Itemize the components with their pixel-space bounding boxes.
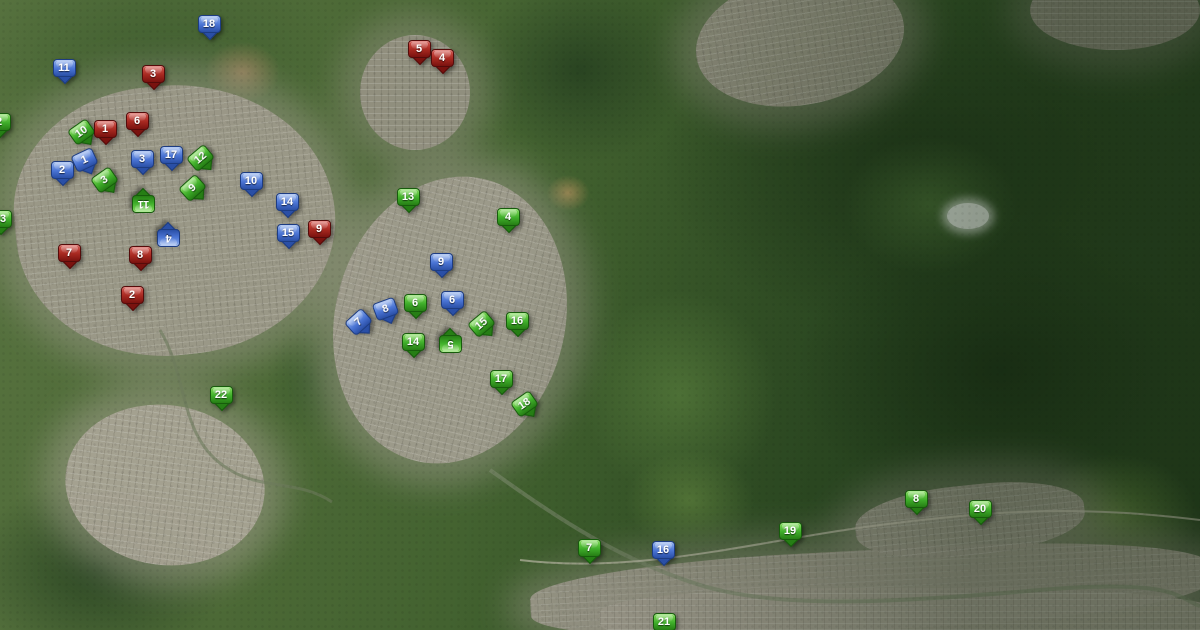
map-marker-blue-4[interactable]: 4 xyxy=(157,229,180,247)
satellite-map[interactable]: 2111835410162133121791142310141597821349… xyxy=(0,0,1200,630)
map-marker-green-18[interactable]: 18 xyxy=(509,390,538,418)
marker-label: 22 xyxy=(210,386,233,404)
map-marker-green-19[interactable]: 19 xyxy=(779,522,802,540)
marker-label: 18 xyxy=(198,15,221,33)
map-marker-blue-11[interactable]: 11 xyxy=(53,59,76,77)
marker-label: 16 xyxy=(506,312,529,330)
map-marker-red-6[interactable]: 6 xyxy=(126,112,149,130)
marker-label: 14 xyxy=(402,333,425,351)
marker-label: 3 xyxy=(131,150,154,168)
map-marker-green-9[interactable]: 9 xyxy=(177,174,206,203)
map-marker-green-4[interactable]: 4 xyxy=(497,208,520,226)
marker-label: 6 xyxy=(126,112,149,130)
map-marker-green-12[interactable]: 12 xyxy=(185,144,214,173)
map-marker-green-7[interactable]: 7 xyxy=(578,539,601,557)
map-marker-blue-14[interactable]: 14 xyxy=(276,193,299,211)
marker-label: 10 xyxy=(240,172,263,190)
marker-label: 4 xyxy=(157,229,180,247)
map-marker-green-16[interactable]: 16 xyxy=(506,312,529,330)
map-marker-blue-8[interactable]: 8 xyxy=(371,297,399,322)
marker-label: 6 xyxy=(441,291,464,309)
marker-label: 9 xyxy=(308,220,331,238)
map-marker-red-1[interactable]: 1 xyxy=(94,120,117,138)
map-marker-green-11[interactable]: 11 xyxy=(132,195,155,213)
map-marker-blue-17[interactable]: 17 xyxy=(160,146,183,164)
map-marker-blue-10[interactable]: 10 xyxy=(240,172,263,190)
map-marker-green-3[interactable]: 3 xyxy=(89,166,118,194)
map-marker-red-2[interactable]: 2 xyxy=(121,286,144,304)
marker-label: 7 xyxy=(58,244,81,262)
marker-label: 8 xyxy=(371,297,399,322)
marker-label: 2 xyxy=(121,286,144,304)
marker-label: 19 xyxy=(779,522,802,540)
map-marker-red-5[interactable]: 5 xyxy=(408,40,431,58)
marker-label: 5 xyxy=(408,40,431,58)
marker-label: 7 xyxy=(578,539,601,557)
map-marker-green-17[interactable]: 17 xyxy=(490,370,513,388)
map-marker-red-7[interactable]: 7 xyxy=(58,244,81,262)
map-marker-green-8[interactable]: 8 xyxy=(905,490,928,508)
map-marker-green-2[interactable]: 2 xyxy=(0,113,11,131)
map-marker-green-21[interactable]: 21 xyxy=(653,613,676,630)
marker-label: 21 xyxy=(653,613,676,630)
marker-label: 2 xyxy=(0,113,11,131)
marker-layer: 2111835410162133121791142310141597821349… xyxy=(0,0,1200,630)
marker-label: 4 xyxy=(497,208,520,226)
marker-label: 14 xyxy=(276,193,299,211)
map-marker-blue-2[interactable]: 2 xyxy=(51,161,74,179)
map-marker-green-23[interactable]: 23 xyxy=(0,210,12,228)
marker-label: 4 xyxy=(431,49,454,67)
map-marker-green-10[interactable]: 10 xyxy=(66,118,95,146)
map-marker-blue-3[interactable]: 3 xyxy=(131,150,154,168)
marker-label: 1 xyxy=(94,120,117,138)
map-marker-green-14[interactable]: 14 xyxy=(402,333,425,351)
marker-label: 1 xyxy=(70,147,98,173)
map-marker-blue-7[interactable]: 7 xyxy=(343,308,372,337)
map-marker-blue-9[interactable]: 9 xyxy=(430,253,453,271)
map-marker-blue-16[interactable]: 16 xyxy=(652,541,675,559)
map-marker-green-20[interactable]: 20 xyxy=(969,500,992,518)
marker-label: 20 xyxy=(969,500,992,518)
marker-label: 8 xyxy=(129,246,152,264)
marker-label: 17 xyxy=(160,146,183,164)
marker-label: 13 xyxy=(397,188,420,206)
marker-label: 2 xyxy=(51,161,74,179)
marker-label: 6 xyxy=(404,294,427,312)
marker-label: 11 xyxy=(53,59,76,77)
map-marker-green-6[interactable]: 6 xyxy=(404,294,427,312)
marker-label: 11 xyxy=(132,195,155,213)
map-marker-blue-18[interactable]: 18 xyxy=(198,15,221,33)
marker-label: 16 xyxy=(652,541,675,559)
marker-label: 3 xyxy=(142,65,165,83)
map-marker-green-13[interactable]: 13 xyxy=(397,188,420,206)
map-marker-blue-15[interactable]: 15 xyxy=(277,224,300,242)
map-marker-red-8[interactable]: 8 xyxy=(129,246,152,264)
map-marker-blue-6[interactable]: 6 xyxy=(441,291,464,309)
map-marker-blue-1[interactable]: 1 xyxy=(70,147,98,173)
map-marker-red-9[interactable]: 9 xyxy=(308,220,331,238)
marker-label: 23 xyxy=(0,210,12,228)
marker-label: 9 xyxy=(430,253,453,271)
marker-label: 5 xyxy=(439,335,462,353)
marker-label: 15 xyxy=(277,224,300,242)
marker-label: 8 xyxy=(905,490,928,508)
map-marker-green-5[interactable]: 5 xyxy=(439,335,462,353)
map-marker-red-3[interactable]: 3 xyxy=(142,65,165,83)
map-marker-green-15[interactable]: 15 xyxy=(466,310,495,339)
map-marker-green-22[interactable]: 22 xyxy=(210,386,233,404)
map-marker-red-4[interactable]: 4 xyxy=(431,49,454,67)
marker-label: 17 xyxy=(490,370,513,388)
